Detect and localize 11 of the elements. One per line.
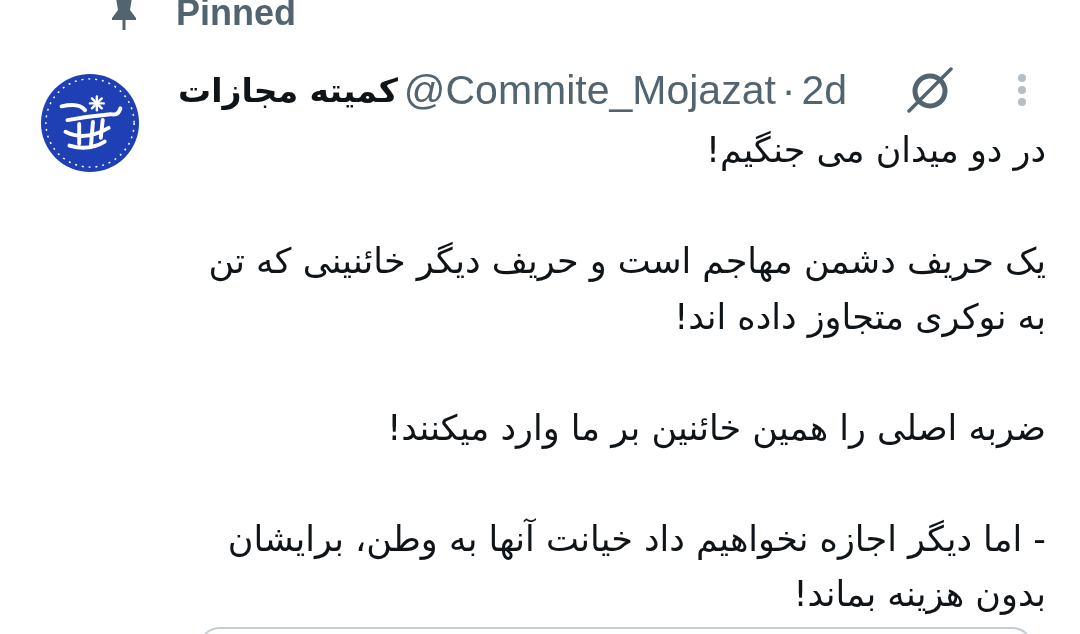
post-paragraph: ضربه اصلی را همین خائنین بر ما وارد میکنند!: [386, 406, 1046, 451]
post-time[interactable]: 2d: [801, 66, 848, 114]
avatar-logo[interactable]: [40, 73, 140, 173]
separator-dot: ·: [781, 66, 796, 114]
post-paragraph: در دو میدان می جنگیم!: [705, 129, 1046, 173]
author-name[interactable]: کمیته مجازات: [178, 70, 398, 110]
post-paragraph: یک حریف دشمن مهاجم است و حریف دیگر خائنینی که تن به نوکری متجاوز داده اند!: [207, 240, 1046, 340]
post-paragraph: - اما دیگر اجازه نخواهیم داد خیانت آنها به وطن، برایشان بدون هزینه بماند!: [226, 517, 1046, 617]
slashed-circle-icon[interactable]: [905, 67, 955, 113]
author-handle[interactable]: @Commite_Mojazat: [403, 66, 776, 114]
pin-icon: [110, 0, 138, 30]
